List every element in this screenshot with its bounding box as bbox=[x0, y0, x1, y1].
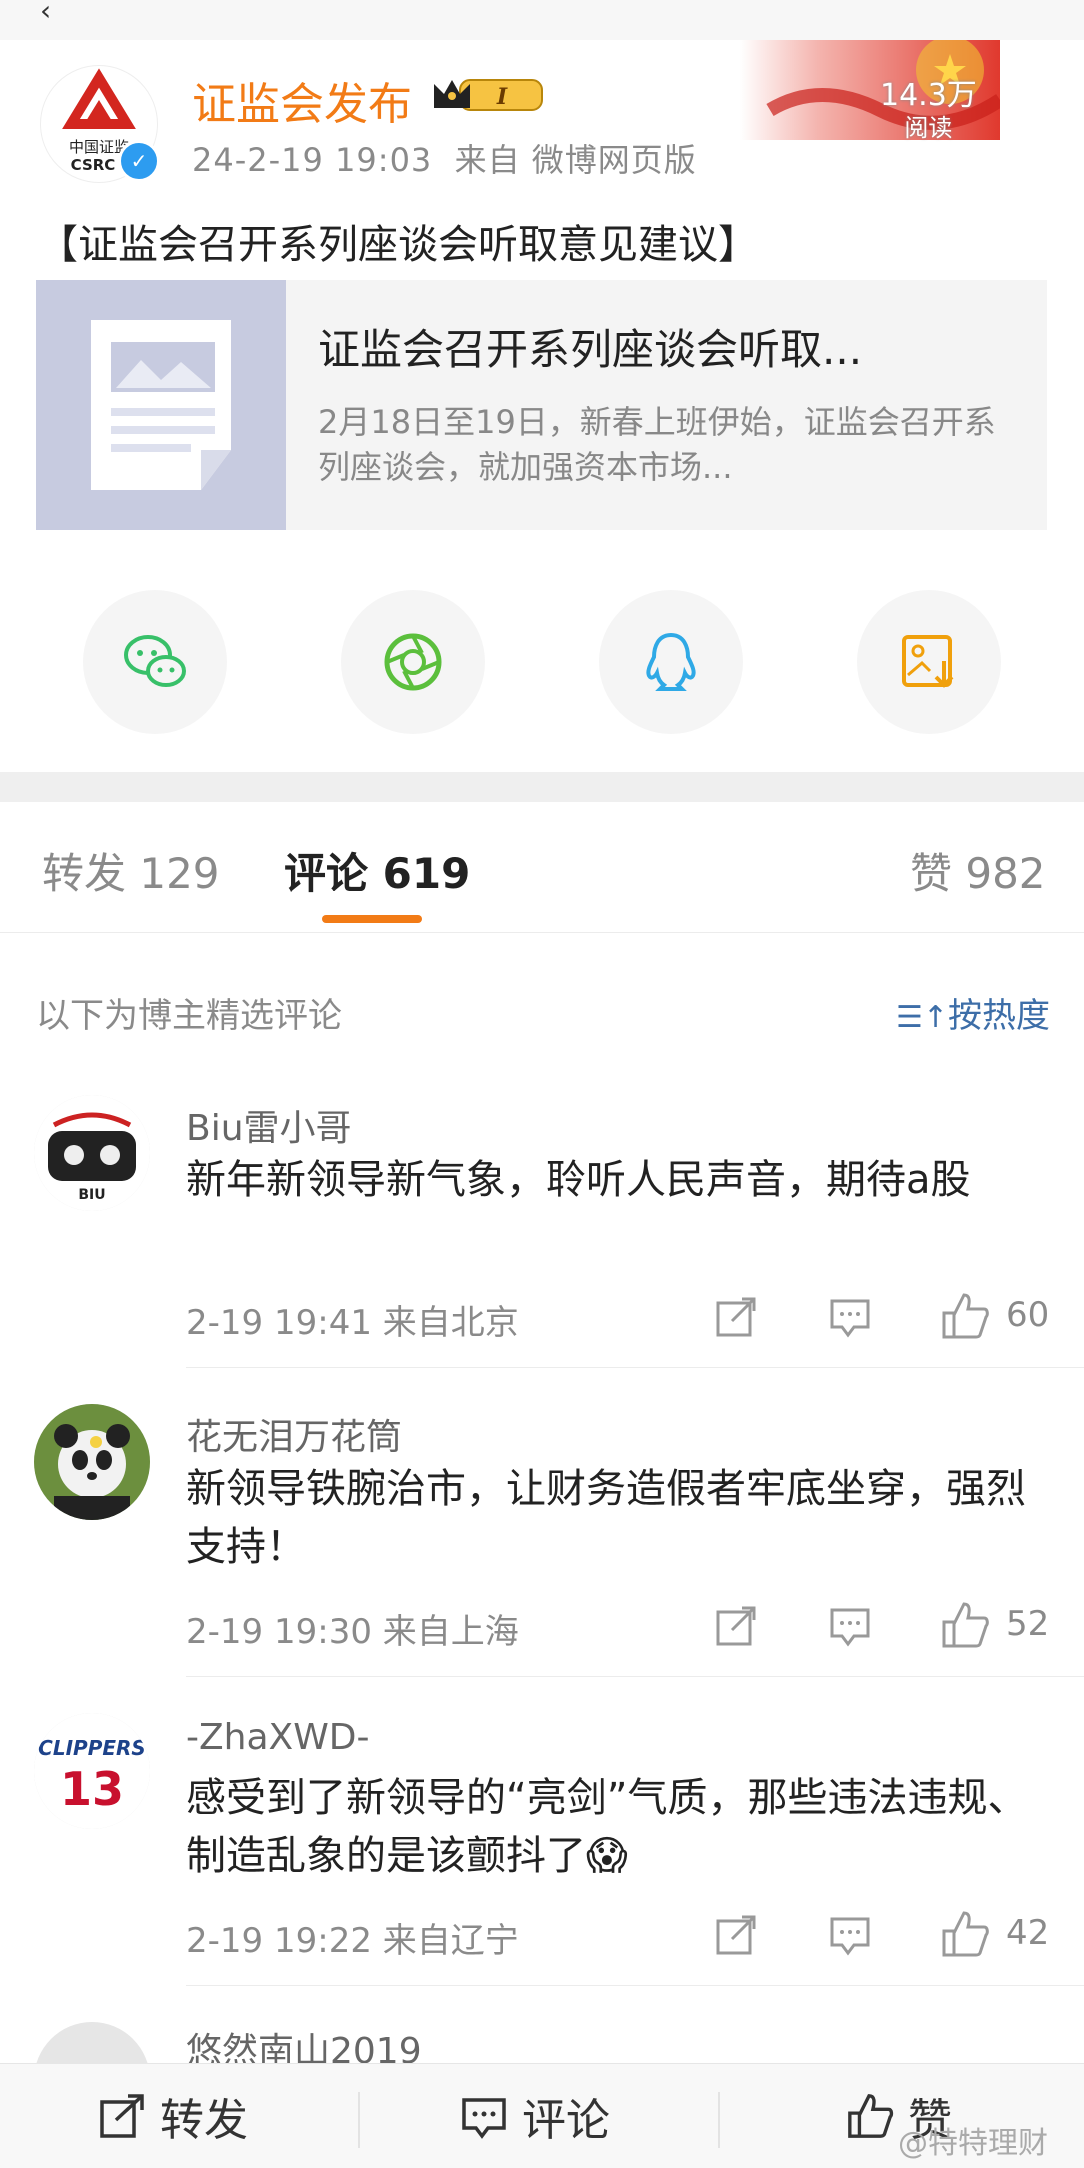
repost-button[interactable]: 转发 bbox=[98, 2084, 248, 2148]
like-count: 42 bbox=[1006, 1913, 1050, 1953]
comment-icon bbox=[462, 2098, 506, 2139]
save-image-icon bbox=[902, 635, 954, 688]
article-thumbnail bbox=[36, 280, 286, 530]
moments-icon bbox=[384, 633, 442, 691]
comment-divider bbox=[186, 1985, 1084, 1986]
comment-label: 评论 bbox=[522, 2095, 610, 2146]
save-image-button[interactable] bbox=[857, 590, 1001, 734]
comment-time: 2-19 19:22 来自辽宁 bbox=[186, 1921, 519, 1961]
article-title: 证监会召开系列座谈会听取... bbox=[318, 325, 863, 374]
watermark: @特特理财 bbox=[898, 2126, 1048, 2161]
commenter-avatar[interactable] bbox=[34, 1404, 150, 1520]
repost-label: 转发 bbox=[160, 2095, 248, 2146]
like-icon[interactable] bbox=[940, 1909, 990, 1959]
comment-item: 花无泪万花筒 新领导铁腕治市，让财务造假者牢底坐穿，强烈支持！ 2-19 19:… bbox=[0, 1404, 1084, 1714]
wechat-icon bbox=[124, 635, 186, 687]
logo-text-bottom: CSRC bbox=[71, 156, 116, 174]
like-icon[interactable] bbox=[940, 1291, 990, 1341]
share-moments-button[interactable] bbox=[341, 590, 485, 734]
repost-icon bbox=[100, 2094, 144, 2138]
like-count: 52 bbox=[1006, 1604, 1050, 1644]
level-badge-text: I bbox=[496, 84, 508, 110]
commenter-avatar[interactable] bbox=[34, 2022, 150, 2067]
read-count-value: 14.3万 bbox=[880, 78, 977, 113]
comment-time: 2-19 19:30 来自上海 bbox=[186, 1612, 519, 1652]
commenter-name[interactable]: 悠然南山2019 bbox=[186, 2022, 422, 2067]
top-nav-bar: ‹ bbox=[0, 0, 1084, 41]
reply-comment-icon[interactable] bbox=[828, 1913, 872, 1957]
active-tab-indicator bbox=[322, 915, 422, 923]
sort-by-hot-button[interactable]: ☰↑按热度 bbox=[896, 988, 1050, 1037]
comment-time: 2-19 19:41 来自北京 bbox=[186, 1303, 519, 1343]
sort-label: 按热度 bbox=[948, 996, 1051, 1036]
post-time: 24-2-19 19:03 bbox=[192, 141, 433, 179]
author-name[interactable]: 证监会发布 bbox=[192, 68, 412, 132]
reply-comment-icon[interactable] bbox=[828, 1295, 872, 1339]
commenter-avatar[interactable]: CLIPPERS 13 bbox=[34, 1713, 150, 1829]
avatar-text: BIU bbox=[78, 1187, 105, 1203]
commenter-name[interactable]: -ZhaXWD- bbox=[186, 1717, 370, 1758]
bottom-bar-separator bbox=[718, 2092, 720, 2148]
share-comment-icon[interactable] bbox=[714, 1295, 758, 1339]
document-icon bbox=[91, 320, 231, 490]
verified-badge-icon: ✓ bbox=[118, 140, 160, 182]
sort-icon: ☰↑ bbox=[896, 1000, 949, 1035]
bottom-bar-separator bbox=[358, 2092, 360, 2148]
tab-repost[interactable]: 转发 129 bbox=[42, 840, 220, 901]
post-source: 来自 微博网页版 bbox=[454, 141, 697, 179]
thumbs-up-icon bbox=[848, 2094, 894, 2138]
qq-icon bbox=[646, 632, 696, 691]
post-meta: 24-2-19 19:03 来自 微博网页版 bbox=[192, 135, 697, 181]
share-comment-icon[interactable] bbox=[714, 1604, 758, 1648]
comment-item: CLIPPERS 13 -ZhaXWD- 感受到了新领导的“亮剑”气质，那些违法… bbox=[0, 1713, 1084, 2023]
read-count-label: 阅读 bbox=[904, 114, 953, 142]
read-count: 14.3万 阅读 bbox=[880, 80, 977, 144]
comment-button[interactable]: 评论 bbox=[460, 2084, 610, 2148]
section-divider bbox=[0, 772, 1084, 802]
comment-text: 感受到了新领导的“亮剑”气质，那些违法违规、制造乱象的是该颤抖了😱 bbox=[186, 1775, 1028, 1879]
reply-comment-icon[interactable] bbox=[828, 1604, 872, 1648]
article-card[interactable]: 证监会召开系列座谈会听取... 2月18日至19日，新春上班伊始，证监会召开系列… bbox=[36, 280, 1047, 530]
commenter-avatar[interactable]: BIU bbox=[34, 1095, 150, 1211]
comment-text: 新领导铁腕治市，让财务造假者牢底坐穿，强烈支持！ bbox=[186, 1466, 1026, 1570]
weibo-post: 中国证监 CSRC ✓ 证监会发布 I 24-2-19 19:03 来自 微博网… bbox=[0, 40, 1084, 770]
comment-item: 悠然南山2019 bbox=[0, 2022, 1084, 2067]
like-count: 60 bbox=[1006, 1295, 1050, 1335]
comment-divider bbox=[186, 1676, 1084, 1677]
back-icon[interactable]: ‹ bbox=[40, 0, 51, 27]
tab-like[interactable]: 赞 982 bbox=[910, 840, 1046, 901]
avatar-text: CLIPPERS bbox=[38, 1736, 146, 1760]
commenter-name[interactable]: Biu雷小哥 bbox=[186, 1099, 352, 1151]
like-icon[interactable] bbox=[940, 1600, 990, 1650]
post-headline: 【证监会召开系列座谈会听取意见建议】 bbox=[38, 222, 758, 268]
share-wechat-button[interactable] bbox=[83, 590, 227, 734]
comment-divider bbox=[186, 1367, 1084, 1368]
tab-comment[interactable]: 评论 619 bbox=[284, 840, 470, 901]
member-crown-badge-icon[interactable]: I bbox=[430, 74, 546, 116]
article-description: 2月18日至19日，新春上班伊始，证监会召开系列座谈会，就加强资本市场... bbox=[318, 403, 996, 486]
comment-item: BIU Biu雷小哥 新年新领导新气象，聆听人民声音，期待a股 2-19 19:… bbox=[0, 1095, 1084, 1405]
share-qq-button[interactable] bbox=[599, 590, 743, 734]
featured-comments-label: 以下为博主精选评论 bbox=[36, 996, 342, 1036]
post-tabs: 转发 129 评论 619 赞 982 bbox=[0, 802, 1084, 933]
avatar-number: 13 bbox=[60, 1762, 124, 1816]
share-comment-icon[interactable] bbox=[714, 1913, 758, 1957]
commenter-name[interactable]: 花无泪万花筒 bbox=[186, 1408, 402, 1460]
comment-text: 新年新领导新气象，聆听人民声音，期待a股 bbox=[186, 1157, 971, 1203]
